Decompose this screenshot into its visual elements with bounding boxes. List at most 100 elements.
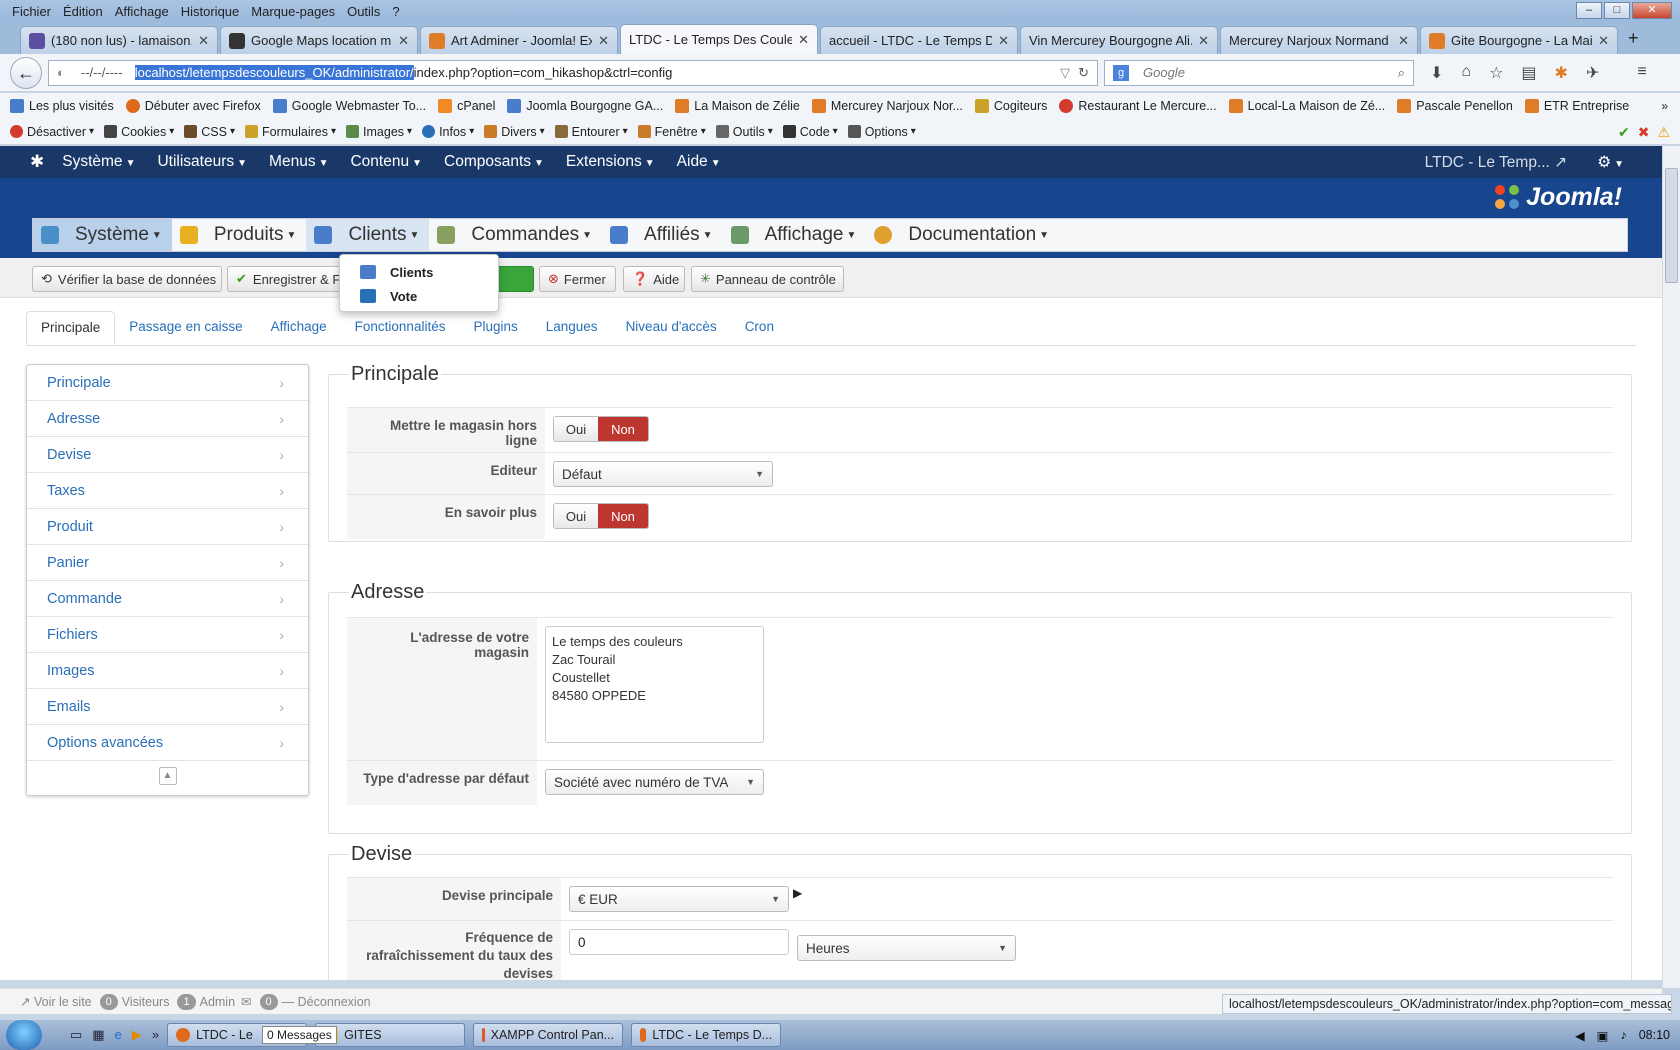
clock[interactable]: 08:10: [1639, 1028, 1670, 1043]
control-panel-button[interactable]: ✳ Panneau de contrôle: [691, 266, 844, 292]
hikamenu-affilies[interactable]: Affiliés ▼: [602, 219, 723, 251]
sidebar-item-options-avancees[interactable]: Options avancées ›: [27, 725, 308, 761]
desktop-icon[interactable]: ▭: [70, 1027, 82, 1043]
bookmark-item[interactable]: Restaurant Le Mercure...: [1059, 99, 1217, 113]
bookmark-item[interactable]: Cogiteurs: [974, 99, 1047, 113]
main-currency-select[interactable]: € EUR ▼: [569, 886, 789, 912]
collapse-up-icon[interactable]: ▲: [158, 767, 177, 785]
volume-icon[interactable]: ♪: [1620, 1028, 1626, 1043]
jnav-contenu[interactable]: Contenu ▼: [350, 153, 422, 171]
menu-historique[interactable]: Historique: [181, 4, 240, 19]
bookmark-item[interactable]: Débuter avec Firefox: [125, 99, 261, 113]
chevron-right-icon[interactable]: »: [152, 1027, 159, 1043]
sidebar-item-images[interactable]: Images ›: [27, 653, 308, 689]
jnav-aide[interactable]: Aide ▼: [677, 153, 721, 171]
ie-icon[interactable]: e: [115, 1027, 122, 1043]
dropdown-item-clients[interactable]: Clients: [340, 260, 498, 284]
joomla-addon-icon[interactable]: ✱: [1555, 63, 1568, 83]
address-type-select[interactable]: Société avec numéro de TVA ▼: [545, 769, 764, 795]
search-input[interactable]: g Google ⌕: [1104, 59, 1414, 86]
scrollbar-thumb[interactable]: [1665, 168, 1678, 283]
frequency-unit-select[interactable]: Heures ▼: [797, 935, 1016, 961]
network-icon[interactable]: ▣: [1597, 1028, 1609, 1043]
site-name-link[interactable]: LTDC - Le Temp... ↗: [1425, 153, 1568, 172]
devtool-infos[interactable]: Infos ▾: [422, 125, 474, 139]
devtool-entourer[interactable]: Entourer ▾: [554, 125, 628, 139]
joomla-logo-icon[interactable]: ✱: [30, 152, 44, 172]
devtool-divers[interactable]: Divers ▾: [484, 125, 545, 139]
sidebar-item-principale[interactable]: Principale ›: [27, 365, 308, 401]
menu-fichier[interactable]: Fichier: [12, 4, 51, 19]
hikamenu-documentation[interactable]: Documentation ▼: [866, 219, 1059, 251]
offline-toggle[interactable]: Oui Non: [553, 416, 649, 442]
menu-edition[interactable]: Édition: [63, 4, 103, 19]
menu-outils[interactable]: Outils: [347, 4, 380, 19]
tab-close-icon[interactable]: ✕: [598, 33, 609, 49]
help-button[interactable]: ❓ Aide: [623, 266, 685, 292]
tab-close-icon[interactable]: ✕: [398, 33, 409, 49]
browser-tab[interactable]: Mercurey Narjoux Normand ... ✕: [1220, 26, 1418, 54]
tab-close-icon[interactable]: ✕: [1598, 33, 1609, 49]
page-scrollbar[interactable]: [1662, 146, 1680, 988]
sidebar-item-fichiers[interactable]: Fichiers ›: [27, 617, 308, 653]
jnav-menus[interactable]: Menus ▼: [269, 153, 328, 171]
offline-yes-option[interactable]: Oui: [554, 417, 598, 441]
tab-niveau-acces[interactable]: Niveau d'accès: [612, 311, 731, 345]
bookmark-item[interactable]: La Maison de Zélie: [675, 99, 800, 113]
tab-langues[interactable]: Langues: [532, 311, 612, 345]
hikamenu-systeme[interactable]: Système ▼: [33, 219, 172, 251]
more-yes-option[interactable]: Oui: [554, 504, 598, 528]
sidebar-item-adresse[interactable]: Adresse ›: [27, 401, 308, 437]
sidebar-item-emails[interactable]: Emails ›: [27, 689, 308, 725]
devtool-fenetre[interactable]: Fenêtre ▾: [637, 125, 706, 139]
dropdown-item-vote[interactable]: Vote: [340, 284, 498, 308]
reload-icon[interactable]: ↻: [1078, 65, 1089, 81]
browser-tab[interactable]: Google Maps location m... ✕: [220, 26, 418, 54]
hikamenu-affichage[interactable]: Affichage ▼: [723, 219, 867, 251]
browser-tab[interactable]: Art Adminer - Joomla! Ex... ✕: [420, 26, 618, 54]
explorer-icon[interactable]: ▦: [92, 1027, 104, 1043]
sidebar-item-devise[interactable]: Devise ›: [27, 437, 308, 473]
browser-tab[interactable]: Gite Bourgogne - La Mai... ✕: [1420, 26, 1618, 54]
maximize-button[interactable]: □: [1604, 2, 1630, 19]
bookmark-item[interactable]: Local-La Maison de Zé...: [1228, 99, 1385, 113]
menu-marque-pages[interactable]: Marque-pages: [251, 4, 335, 19]
browser-tab[interactable]: Vin Mercurey Bourgogne Ali... ✕: [1020, 26, 1218, 54]
tab-close-icon[interactable]: ✕: [998, 33, 1009, 49]
tray-arrow-icon[interactable]: ◀: [1575, 1028, 1585, 1043]
browser-tab[interactable]: (180 non lus) - lamaison... ✕: [20, 26, 218, 54]
jnav-systeme[interactable]: Système ▼: [62, 153, 135, 171]
bookmark-item[interactable]: cPanel: [438, 99, 495, 113]
settings-gear-icon[interactable]: ⚙ ▼: [1597, 153, 1624, 172]
back-arrow-icon[interactable]: ←: [10, 56, 42, 89]
dropdown-arrow-icon[interactable]: ▽: [1060, 65, 1070, 81]
tab-close-icon[interactable]: ✕: [1198, 33, 1209, 49]
refresh-frequency-input[interactable]: 0: [569, 929, 789, 955]
minimize-button[interactable]: –: [1576, 2, 1602, 19]
media-icon[interactable]: ▶: [132, 1027, 142, 1043]
google-engine-icon[interactable]: g: [1113, 64, 1129, 81]
home-icon[interactable]: ⌂: [1461, 63, 1471, 83]
tab-fonctionnalites[interactable]: Fonctionnalités: [341, 311, 460, 345]
devtool-desactiver[interactable]: Désactiver ▾: [10, 125, 94, 139]
taskbar-item[interactable]: LTDC - Le Temps D...: [631, 1023, 782, 1047]
bookmark-item[interactable]: Joomla Bourgogne GA...: [507, 99, 663, 113]
new-tab-icon[interactable]: +: [1628, 28, 1639, 49]
tab-close-icon[interactable]: ✕: [1398, 33, 1409, 49]
more-toggle[interactable]: Oui Non: [553, 503, 649, 529]
jnav-composants[interactable]: Composants ▼: [444, 153, 544, 171]
currency-arrow-icon[interactable]: ▶: [793, 886, 802, 920]
hikamenu-clients[interactable]: Clients ▼: [306, 219, 430, 251]
tab-close-icon[interactable]: ✕: [198, 33, 209, 49]
envelope-icon[interactable]: ✉: [241, 994, 251, 1009]
tab-passage-en-caisse[interactable]: Passage en caisse: [115, 311, 256, 345]
bookmark-item[interactable]: Les plus visités: [10, 99, 114, 113]
hikamenu-commandes[interactable]: Commandes ▼: [429, 219, 602, 251]
menu-aide[interactable]: ?: [392, 4, 399, 19]
sidebar-item-panier[interactable]: Panier ›: [27, 545, 308, 581]
close-button[interactable]: ⊗ Fermer: [539, 266, 616, 292]
devtool-options[interactable]: Options ▾: [847, 125, 916, 139]
more-no-option[interactable]: Non: [598, 504, 648, 528]
hikamenu-produits[interactable]: Produits ▼: [172, 219, 307, 251]
search-icon[interactable]: ⌕: [1398, 65, 1405, 81]
